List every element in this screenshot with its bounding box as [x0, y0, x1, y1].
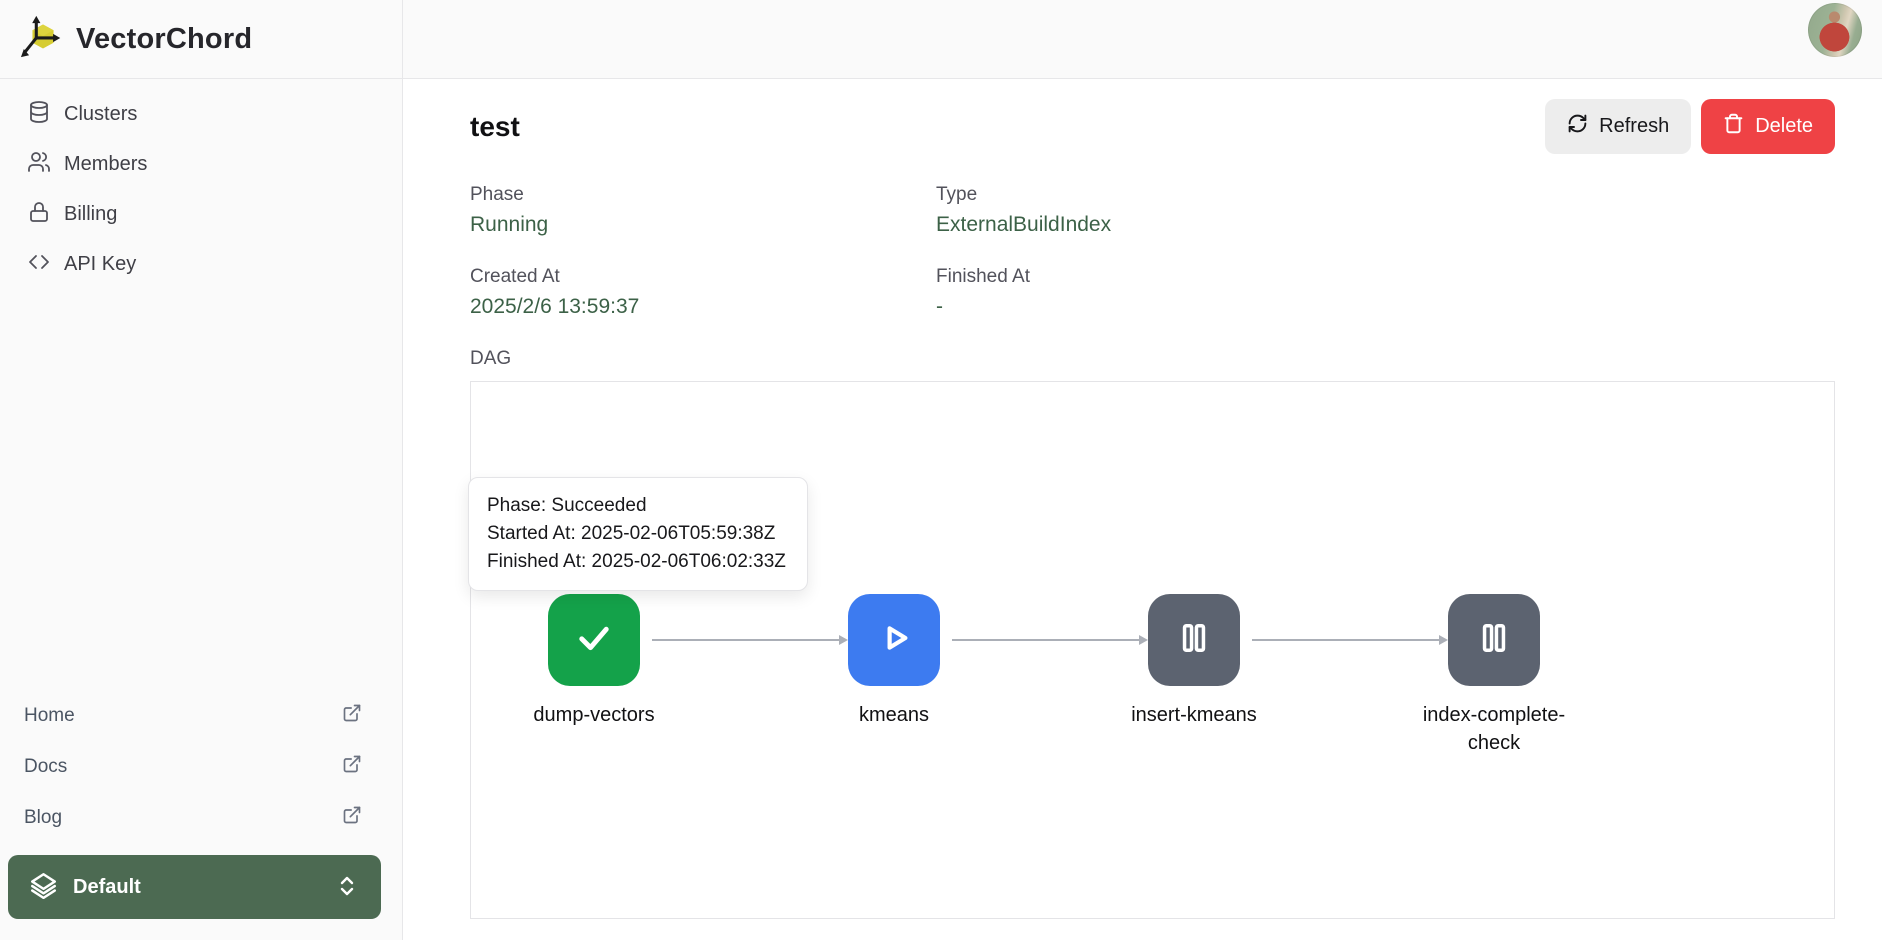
sidebar-item-label: Billing [64, 203, 117, 226]
dag-node-insert-kmeans: insert-kmeans [1084, 594, 1304, 729]
field-label: Finished At [936, 266, 1835, 288]
node-status-pending[interactable] [1148, 594, 1240, 686]
refresh-icon [1567, 113, 1588, 140]
field-phase: Phase Running [470, 184, 936, 237]
dag-node-index-complete-check: index-complete-check [1384, 594, 1604, 757]
pause-icon [1473, 617, 1515, 664]
sidebar-item-label: API Key [64, 253, 136, 276]
sidebar-item-members[interactable]: Members [0, 139, 402, 189]
node-label: kmeans [859, 701, 929, 729]
brand-name: VectorChord [76, 23, 252, 56]
job-details: Phase Running Type ExternalBuildIndex Cr… [470, 184, 1835, 319]
node-status-pending[interactable] [1448, 594, 1540, 686]
app-window: VectorChord Clusters [0, 0, 1882, 940]
page-header: test Refresh [470, 99, 1835, 154]
sidebar-nav: Clusters Members [0, 79, 402, 289]
page-title: test [470, 111, 520, 143]
check-icon [573, 617, 615, 664]
pause-icon [1173, 617, 1215, 664]
layers-icon [30, 872, 57, 902]
link-label: Home [24, 705, 75, 727]
main-column: test Refresh [403, 0, 1882, 940]
sidebar-item-label: Clusters [64, 103, 137, 126]
field-value: 2025/2/6 13:59:37 [470, 295, 936, 319]
header-actions: Refresh Delete [1545, 99, 1835, 154]
sidebar-external-links: Home Docs [0, 690, 402, 855]
users-icon [27, 150, 51, 179]
field-value: - [936, 295, 1835, 319]
link-docs[interactable]: Docs [0, 741, 402, 792]
sidebar-item-label: Members [64, 153, 147, 176]
link-label: Blog [24, 807, 62, 829]
workspace-name: Default [73, 876, 319, 899]
database-icon [27, 100, 51, 129]
node-label: index-complete-check [1414, 701, 1574, 757]
node-status-succeeded[interactable] [548, 594, 640, 686]
vectorchord-logo-icon [20, 14, 66, 65]
sidebar-item-api-key[interactable]: API Key [0, 239, 402, 289]
workspace-selector[interactable]: Default [8, 855, 381, 919]
sidebar-item-clusters[interactable]: Clusters [0, 89, 402, 139]
external-link-icon [342, 754, 362, 779]
field-label: Phase [470, 184, 936, 206]
node-status-running[interactable] [848, 594, 940, 686]
field-label: Type [936, 184, 1835, 206]
trash-icon [1723, 113, 1744, 140]
link-label: Docs [24, 756, 67, 778]
external-link-icon [342, 805, 362, 830]
field-type: Type ExternalBuildIndex [936, 184, 1835, 237]
sidebar-item-billing[interactable]: Billing [0, 189, 402, 239]
node-label: dump-vectors [533, 701, 654, 729]
refresh-button-label: Refresh [1599, 115, 1669, 138]
play-icon [873, 617, 915, 664]
chevrons-up-down-icon [335, 874, 359, 901]
node-tooltip: Phase: Succeeded Started At: 2025-02-06T… [468, 477, 808, 591]
dag-canvas[interactable]: dump-vectors kmeans [470, 381, 1835, 919]
field-finished-at: Finished At - [936, 266, 1835, 319]
lock-icon [27, 200, 51, 229]
field-created-at: Created At 2025/2/6 13:59:37 [470, 266, 936, 319]
external-link-icon [342, 703, 362, 728]
code-icon [27, 250, 51, 279]
tooltip-phase: Phase: Succeeded [487, 492, 789, 520]
brand: VectorChord [0, 0, 402, 79]
dag-node-dump-vectors: dump-vectors [484, 594, 704, 729]
tooltip-started-at: Started At: 2025-02-06T05:59:38Z [487, 520, 789, 548]
field-value: Running [470, 213, 936, 237]
topbar [403, 0, 1882, 79]
sidebar: VectorChord Clusters [0, 0, 403, 940]
delete-button[interactable]: Delete [1701, 99, 1835, 154]
link-home[interactable]: Home [0, 690, 402, 741]
link-blog[interactable]: Blog [0, 792, 402, 843]
job-detail-page: test Refresh [403, 79, 1882, 940]
user-avatar[interactable] [1808, 3, 1862, 57]
dag-node-kmeans: kmeans [784, 594, 1004, 729]
refresh-button[interactable]: Refresh [1545, 99, 1691, 154]
node-label: insert-kmeans [1131, 701, 1257, 729]
field-label: Created At [470, 266, 936, 288]
field-value: ExternalBuildIndex [936, 213, 1835, 237]
tooltip-finished-at: Finished At: 2025-02-06T06:02:33Z [487, 548, 789, 576]
dag-section-label: DAG [470, 348, 1835, 370]
delete-button-label: Delete [1755, 115, 1813, 138]
